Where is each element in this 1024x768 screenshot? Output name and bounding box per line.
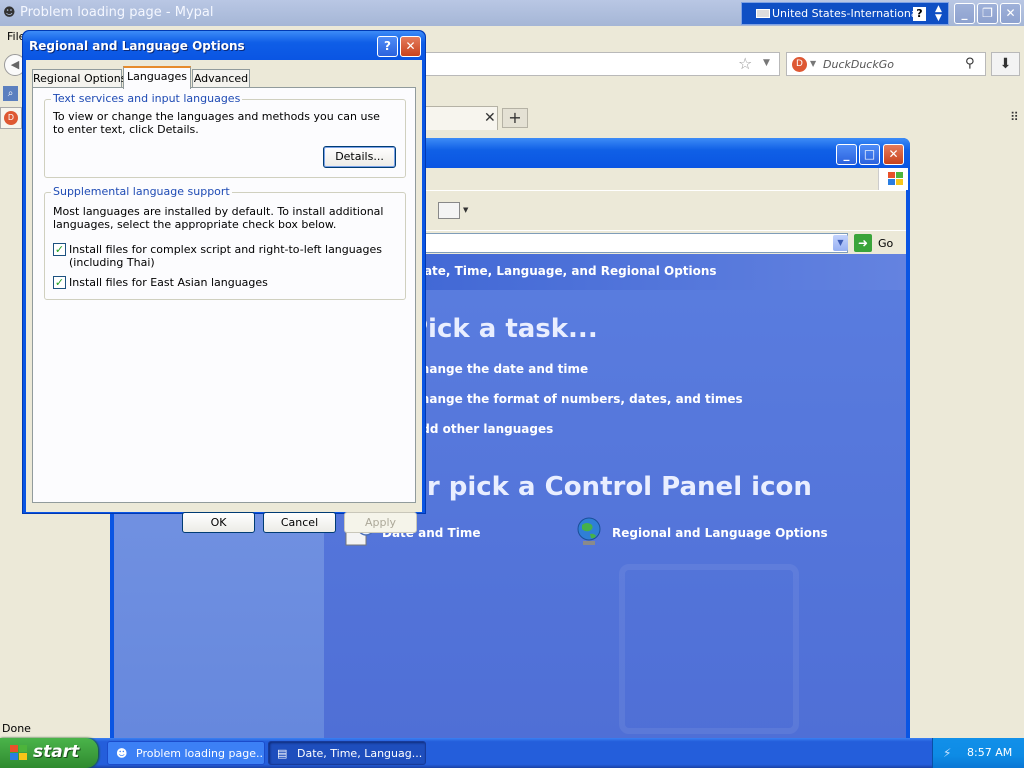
duckduckgo-icon[interactable]: D [792,57,807,72]
apply-button[interactable]: Apply [344,512,417,533]
search-bar[interactable]: D ▼ DuckDuckGo ⚲ [786,52,986,76]
status-text: Done [2,722,31,735]
taskbar: start ☻ Problem loading page... ▤ Date, … [0,738,1024,768]
browser-minimize-button[interactable]: _ [954,3,975,24]
checkmark-watermark-icon [619,564,799,734]
dialog-title: Regional and Language Options [29,39,245,53]
languages-tab-panel: Text services and input languages To vie… [32,87,416,503]
tab-languages[interactable]: Languages [123,66,191,89]
search-sidebar-icon[interactable]: ⌕ [3,86,18,101]
chevron-down-icon[interactable]: ▼ [763,58,770,68]
dialog-tab-bar: Regional Options Languages Advanced [32,66,416,89]
control-panel-icon: ▤ [277,747,288,760]
dialog-body: Regional Options Languages Advanced Text… [26,60,422,533]
maximize-button[interactable]: □ [859,144,880,165]
duckduckgo-icon: D [4,111,18,125]
complex-script-label[interactable]: Install files for complex script and rig… [69,243,389,269]
taskbar-browser-label[interactable]: Problem loading page... [136,742,264,764]
search-input[interactable]: DuckDuckGo [823,58,894,71]
ok-button[interactable]: OK [182,512,255,533]
tab-advanced[interactable]: Advanced [192,69,250,88]
browser-restore-button[interactable]: ❐ [977,3,998,24]
text-services-group: Text services and input languages To vie… [44,92,406,178]
logo-red-pane [888,172,895,178]
east-asian-label[interactable]: Install files for East Asian languages [69,276,389,289]
language-bar[interactable]: United States-International ? ▲ ▼ [741,2,949,25]
views-icon[interactable] [438,202,460,219]
bookmark-star-icon[interactable]: ☆ [738,54,752,73]
chevron-down-icon[interactable]: ▼ [833,235,848,251]
tab-regional-options[interactable]: Regional Options [32,69,126,88]
supplemental-description: Most languages are installed by default.… [53,205,384,231]
east-asian-checkbox[interactable]: ✓ [53,276,66,289]
start-label[interactable]: start [33,742,79,762]
taskbar-control-panel-label[interactable]: Date, Time, Languag... [297,742,422,764]
pinned-tab[interactable]: D [0,107,22,129]
keyboard-icon [756,9,770,18]
browser-tab[interactable]: ✕ [420,106,498,130]
chevron-down-icon[interactable]: ▼ [810,59,816,68]
browser-close-button[interactable]: ✕ [1000,3,1021,24]
logo-blue-pane [888,179,895,185]
windows-logo-icon [10,745,27,760]
globe-icon [577,517,601,545]
help-button[interactable]: ? [377,36,398,57]
taskbar-browser-button[interactable]: ☻ Problem loading page... [107,741,265,765]
pick-icon-heading: or pick a Control Panel icon [409,472,812,502]
regional-language-dialog: Regional and Language Options ? ✕ Region… [22,30,426,533]
raccoon-app-icon: ☻ [3,5,16,19]
go-button[interactable]: Go [878,237,893,250]
tray-clock[interactable]: 8:57 AM [967,746,1012,759]
raccoon-app-icon: ☻ [116,747,128,760]
logo-yellow-pane [896,179,903,185]
system-tray: ⚡ 8:57 AM [932,738,1024,768]
browser-titlebar: ☻ Problem loading page - Mypal United St… [0,0,1024,26]
new-tab-button[interactable]: + [502,108,528,128]
dialog-titlebar[interactable]: Regional and Language Options ? ✕ [23,31,425,60]
text-services-title: Text services and input languages [51,92,243,105]
regional-language-label[interactable]: Regional and Language Options [612,526,828,540]
windows-logo-icon [878,168,908,190]
go-arrow-icon[interactable]: ➜ [854,234,872,252]
tab-strip: ✕ + ⠿ [420,106,1024,130]
grid-icon[interactable]: ⠿ [1010,110,1019,124]
download-button[interactable]: ⬇ [991,52,1020,76]
details-button[interactable]: Details... [323,146,396,168]
input-language-label[interactable]: United States-International [772,7,921,20]
browser-window-title: Problem loading page - Mypal [20,5,214,20]
complex-script-checkbox[interactable]: ✓ [53,243,66,256]
pick-task-heading: Pick a task... [409,314,598,344]
cancel-button[interactable]: Cancel [263,512,336,533]
start-button[interactable]: start [0,738,98,768]
supplemental-title: Supplemental language support [51,185,232,198]
search-icon[interactable]: ⚲ [965,56,975,71]
regional-language-item[interactable]: Regional and Language Options [574,516,834,550]
network-icon[interactable]: ⚡ [943,746,957,760]
chevron-updown-icon[interactable]: ▲ ▼ [935,5,942,23]
text-services-description: To view or change the languages and meth… [53,110,380,136]
close-button[interactable]: ✕ [883,144,904,165]
url-bar[interactable] [420,52,780,76]
close-button[interactable]: ✕ [400,36,421,57]
close-icon[interactable]: ✕ [484,110,496,126]
task-link-languages[interactable]: Add other languages [412,422,553,436]
minimize-button[interactable]: _ [836,144,857,165]
category-title: Date, Time, Language, and Regional Optio… [414,264,717,278]
task-link-date-time[interactable]: Change the date and time [412,362,588,376]
help-icon[interactable]: ? [913,7,926,21]
task-link-formats[interactable]: Change the format of numbers, dates, and… [412,392,743,406]
logo-green-pane [896,172,903,178]
supplemental-support-group: Supplemental language support Most langu… [44,185,406,300]
chevron-down-icon[interactable]: ▼ [463,206,468,214]
taskbar-control-panel-button[interactable]: ▤ Date, Time, Languag... [268,741,426,765]
